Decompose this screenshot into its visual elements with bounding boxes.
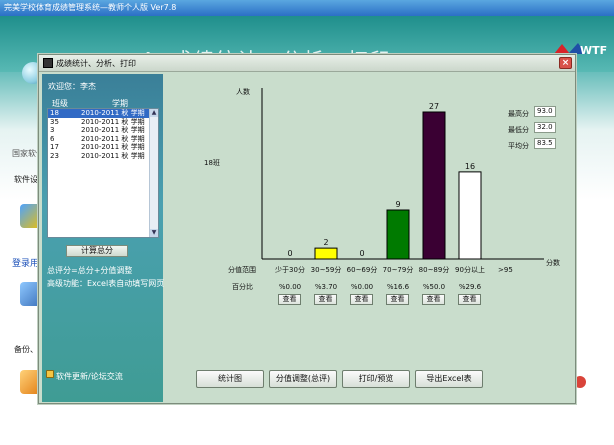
range-row-label: 分值范围: [228, 265, 256, 274]
bar-value-label: 0: [359, 249, 364, 258]
beyond-label: >95: [498, 266, 513, 274]
scroll-down-icon[interactable]: ▼: [150, 229, 158, 237]
view-button[interactable]: 查看: [422, 294, 445, 305]
class-number: 18: [50, 109, 59, 117]
class-list-row[interactable]: 35 2010-2011 秋 学期: [48, 118, 158, 127]
class-list-row[interactable]: 3 2010-2011 秋 学期: [48, 126, 158, 135]
bar-value-label: 9: [395, 200, 400, 209]
chart-area: 人数分数 0 少于30分 %0.00 2 30~59分 %3.70 0 60~69分 %0.00 9…: [166, 74, 574, 402]
percent-label: %3.70: [315, 283, 337, 291]
x-axis-label: 分数: [546, 258, 560, 267]
class-number: 17: [50, 143, 59, 152]
class-list-row[interactable]: 17 2010-2011 秋 学期: [48, 143, 158, 152]
dialog-title-bar[interactable]: 成绩统计、分析、打印 ×: [39, 55, 575, 72]
category-label: 少于30分: [275, 265, 305, 274]
class-number: 35: [50, 117, 59, 126]
adjust-score-button[interactable]: 分值调整(总评): [269, 370, 337, 388]
stat-label: 最高分: [508, 110, 529, 118]
percent-label: %0.00: [279, 283, 301, 291]
class-number: 3: [50, 126, 55, 135]
class-list-row[interactable]: 23 2010-2011 秋 学期: [48, 152, 158, 161]
category-label: 30~59分: [311, 265, 342, 274]
class-term: 2010-2011 秋 学期: [81, 126, 145, 135]
forum-icon: [46, 370, 54, 378]
class-list-rows: 18 2010-2011 秋 学期 35 2010-2011 秋 学期 3 2010-20…: [48, 109, 158, 161]
percent-label: %29.6: [459, 283, 482, 291]
bg-side-text-3[interactable]: 登录用: [12, 256, 39, 269]
left-panel: 欢迎您：李杰 班级 学期 18 2010-2011 秋 学期 35 2010-2011…: [42, 74, 165, 402]
advanced-feature-text: 高级功能：Excel表自动填写网页: [47, 279, 165, 288]
bar: [458, 171, 482, 260]
stat-value: 32.0: [534, 122, 556, 133]
scroll-up-icon[interactable]: ▲: [150, 109, 158, 117]
class-term: 2010-2011 秋 学期: [81, 117, 145, 126]
calc-total-button[interactable]: 计算总分: [66, 245, 128, 257]
percent-label: %50.0: [423, 283, 445, 291]
stat-value: 93.0: [534, 106, 556, 117]
bar: [422, 111, 446, 260]
forum-link[interactable]: 软件更新/论坛交流: [56, 371, 123, 382]
logo-text: WTF: [580, 44, 607, 57]
stat-label: 平均分: [508, 142, 529, 150]
y-axis-label: 人数: [236, 87, 250, 96]
bg-side-text-4[interactable]: 备份、: [14, 344, 38, 355]
bar: [386, 209, 410, 260]
export-excel-button[interactable]: 导出Excel表: [415, 370, 483, 388]
background-title-bar: 完美学校体育成绩管理系统—教师个人版 Ver7.8: [0, 0, 614, 16]
class-term: 2010-2011 秋 学期: [81, 109, 145, 117]
view-button[interactable]: 查看: [278, 294, 301, 305]
class-term: 2010-2011 秋 学期: [81, 143, 145, 152]
stat-label: 最低分: [508, 126, 529, 134]
view-button[interactable]: 查看: [386, 294, 409, 305]
app-icon: [43, 58, 53, 68]
chart-class-label: 18班: [204, 159, 220, 167]
view-button[interactable]: 查看: [314, 294, 337, 305]
class-list-row[interactable]: 18 2010-2011 秋 学期: [48, 109, 158, 118]
class-term: 2010-2011 秋 学期: [81, 151, 145, 160]
list-scrollbar[interactable]: ▲ ▼: [149, 109, 158, 237]
welcome-text: 欢迎您：李杰: [48, 82, 96, 91]
stats-dialog: 成绩统计、分析、打印 × 欢迎您：李杰 班级 学期 18 2010-2011 秋 …: [38, 54, 576, 404]
chart-button[interactable]: 统计图: [196, 370, 264, 388]
bar-value-label: 27: [429, 102, 439, 111]
category-label: 70~79分: [383, 265, 414, 274]
percent-label: %16.6: [387, 283, 410, 291]
close-button[interactable]: ×: [559, 57, 572, 69]
stat-value: 83.5: [534, 138, 556, 149]
category-label: 90分以上: [455, 265, 485, 274]
class-number: 23: [50, 151, 59, 160]
bar: [314, 247, 338, 260]
percent-row-label: 百分比: [232, 282, 253, 291]
category-label: 60~69分: [347, 265, 378, 274]
bar-value-label: 16: [465, 162, 475, 171]
category-label: 80~89分: [419, 265, 450, 274]
print-preview-button[interactable]: 打印/预览: [342, 370, 410, 388]
formula-text: 总评分=总分+分值调整: [47, 266, 133, 275]
view-button[interactable]: 查看: [350, 294, 373, 305]
class-list[interactable]: 18 2010-2011 秋 学期 35 2010-2011 秋 学期 3 2010-20…: [47, 108, 159, 238]
bar-value-label: 2: [323, 238, 328, 247]
percent-label: %0.00: [351, 283, 373, 291]
view-button[interactable]: 查看: [458, 294, 481, 305]
bar-value-label: 0: [287, 249, 292, 258]
dialog-title: 成绩统计、分析、打印: [56, 59, 136, 68]
class-number: 6: [50, 134, 55, 143]
